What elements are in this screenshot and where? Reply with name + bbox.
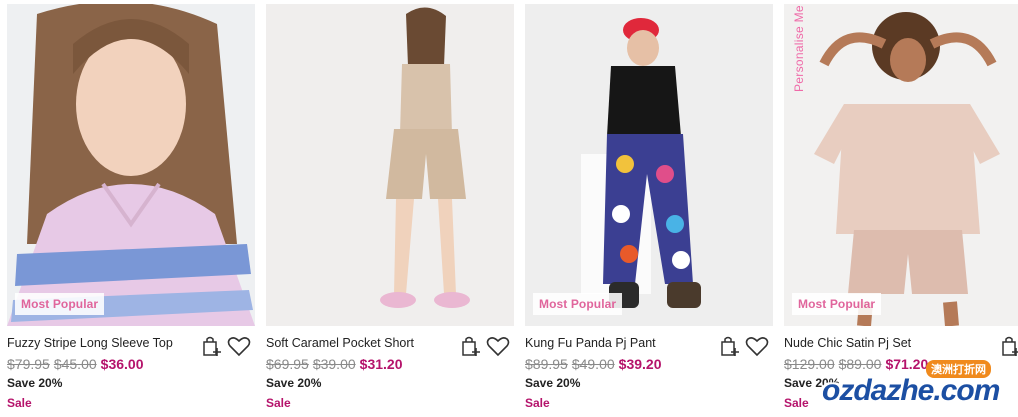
sale-label: Sale [784,396,809,410]
price-row: $79.95 $45.00 $36.00 [7,356,143,372]
product-grid: Most Popular Fuzzy Stripe Long Sleeve To… [0,0,1018,417]
original-price: $79.95 [7,356,50,372]
product-name[interactable]: Soft Caramel Pocket Short [266,336,414,350]
product-image[interactable]: Most Popular [7,4,255,326]
product-actions [458,333,514,359]
previous-price: $45.00 [53,356,97,372]
product-card[interactable]: Most Popular Kung Fu Panda Pj Pant $89.9… [525,0,773,417]
product-card[interactable]: Most Popular Fuzzy Stripe Long Sleeve To… [7,0,255,417]
product-photo-fuzzy-stripe-top [7,4,255,326]
product-photo-caramel-short [266,4,514,326]
add-to-bag-icon[interactable] [201,335,223,357]
original-price: $89.95 [525,356,568,372]
add-to-bag-icon[interactable] [460,335,482,357]
sale-label: Sale [266,396,291,410]
sale-label: Sale [7,396,32,410]
product-actions [717,333,773,359]
product-name[interactable]: Kung Fu Panda Pj Pant [525,336,656,350]
product-card[interactable]: Most Popular Nude Chic Satin Pj Set $129… [784,0,1018,417]
add-to-bag-icon[interactable] [1000,335,1018,357]
original-price: $69.95 [266,356,309,372]
product-image[interactable]: Most Popular [525,4,773,326]
product-actions [998,333,1018,359]
sale-price: $31.20 [359,356,403,372]
most-popular-badge: Most Popular [15,293,105,315]
most-popular-badge: Most Popular [533,293,623,315]
product-name[interactable]: Nude Chic Satin Pj Set [784,336,911,350]
product-image[interactable] [266,4,514,326]
previous-price: $49.00 [571,356,615,372]
price-row: $89.95 $49.00 $39.20 [525,356,661,372]
wishlist-heart-icon[interactable] [745,335,769,357]
price-row: $69.95 $39.00 $31.20 [266,356,402,372]
watermark: 澳洲打折网 ozdazhe.com [822,358,1012,412]
personalise-me-tab[interactable]: Personalise Me [792,5,806,92]
product-actions [199,333,255,359]
watermark-site: ozdazhe.com [822,374,1000,407]
sale-label: Sale [525,396,550,410]
product-name[interactable]: Fuzzy Stripe Long Sleeve Top [7,336,173,350]
product-card[interactable]: Soft Caramel Pocket Short $69.95 $39.00 $3… [266,0,514,417]
previous-price: $39.00 [312,356,356,372]
most-popular-badge: Most Popular [792,293,882,315]
product-photo-kung-fu-panda-pant [525,4,773,326]
wishlist-heart-icon[interactable] [227,335,251,357]
product-image[interactable]: Most Popular [784,4,1018,326]
save-label: Save 20% [266,376,322,390]
sale-price: $36.00 [100,356,144,372]
save-label: Save 20% [525,376,581,390]
add-to-bag-icon[interactable] [719,335,741,357]
save-label: Save 20% [7,376,63,390]
sale-price: $39.20 [618,356,662,372]
wishlist-heart-icon[interactable] [486,335,510,357]
product-photo-nude-satin-pj-set [784,4,1018,326]
